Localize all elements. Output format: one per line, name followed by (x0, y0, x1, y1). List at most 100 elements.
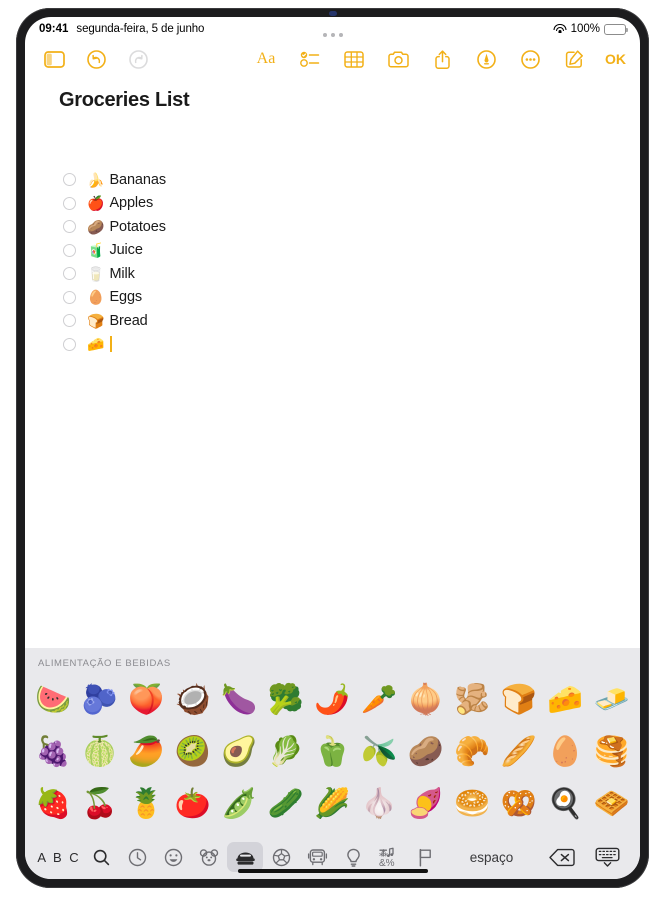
bear-animals-icon[interactable] (191, 842, 227, 872)
share-icon[interactable] (427, 45, 457, 73)
emoji-key[interactable]: 🫛 (217, 789, 261, 819)
emoji-row: 🍓 🍒 🍍 🍅 🫛 🥒 🌽 🧄 🍠 🥯 🥨 🍳 🧇 (31, 778, 634, 830)
undo-icon[interactable] (81, 45, 111, 73)
emoji-key[interactable]: 🥔 (404, 737, 448, 767)
checklist-item[interactable]: 🥔 Potatoes (63, 215, 606, 239)
emoji-key[interactable]: 🍅 (171, 789, 215, 819)
checklist-checkbox[interactable] (63, 267, 76, 281)
checklist-checkbox[interactable] (63, 314, 76, 328)
checklist-item-emoji: 🍌 (87, 171, 105, 188)
markup-pen-icon[interactable] (471, 45, 501, 73)
delete-backspace-icon[interactable] (540, 842, 584, 872)
checklist-item-label: Juice (109, 242, 143, 259)
emoji-key[interactable]: 🧈 (590, 685, 634, 715)
emoji-key[interactable]: 🥯 (450, 789, 494, 819)
emoji-key[interactable]: 🍍 (124, 789, 168, 819)
emoji-key[interactable]: 🥑 (217, 737, 261, 767)
checklist-item[interactable]: 🍎 Apples (63, 192, 606, 216)
checklist-item[interactable]: 🧃 Juice (63, 239, 606, 263)
emoji-key[interactable]: 🍇 (31, 737, 75, 767)
abc-keyboard-button[interactable]: A B C (35, 842, 83, 872)
emoji-key[interactable]: 🥞 (590, 737, 634, 767)
done-button[interactable]: OK (603, 51, 626, 67)
emoji-key[interactable]: 🥥 (171, 685, 215, 715)
emoji-key[interactable]: 🫐 (78, 685, 122, 715)
emoji-key[interactable]: 🥝 (171, 737, 215, 767)
redo-icon[interactable] (123, 45, 153, 73)
text-format-button[interactable]: Aa (251, 45, 281, 73)
checklist-item-label: Eggs (109, 289, 143, 306)
emoji-key[interactable]: 🥨 (497, 789, 541, 819)
emoji-key[interactable]: 🧀 (543, 685, 587, 715)
checklist-checkbox[interactable] (63, 173, 76, 187)
checklist-checkbox[interactable] (63, 220, 76, 234)
emoji-key[interactable]: 🍑 (124, 685, 168, 715)
emoji-key[interactable]: 🧄 (357, 789, 401, 819)
emoji-key[interactable]: 🥭 (124, 737, 168, 767)
emoji-key[interactable]: 🥕 (357, 685, 401, 715)
emoji-row: 🍇 🍈 🥭 🥝 🥑 🥬 🫑 🫒 🥔 🥐 🥖 🥚 🥞 (31, 726, 634, 778)
emoji-key[interactable]: 🫚 (450, 685, 494, 715)
checklist-item[interactable]: 🥛 Milk (63, 262, 606, 286)
clock-recents-icon[interactable] (119, 842, 155, 872)
emoji-key[interactable]: 🍞 (497, 685, 541, 715)
emoji-key[interactable]: 🥐 (450, 737, 494, 767)
multitask-dot (322, 33, 327, 37)
checklist-item[interactable]: 🥚 Eggs (63, 286, 606, 310)
emoji-key[interactable]: 🥖 (497, 737, 541, 767)
multitasking-controls[interactable] (322, 33, 343, 37)
emoji-key[interactable]: 🍓 (31, 789, 75, 819)
emoji-key[interactable]: 🍠 (404, 789, 448, 819)
soccer-ball-activity-icon[interactable] (263, 842, 299, 872)
compose-icon[interactable] (559, 45, 589, 73)
sidebar-toggle-icon[interactable] (39, 45, 69, 73)
checklist-item-label: Bananas (109, 171, 166, 188)
more-ellipsis-icon[interactable] (515, 45, 545, 73)
toolbar-left-group (39, 45, 153, 73)
emoji-key[interactable]: 🥬 (264, 737, 308, 767)
status-bar-left: 09:41 segunda-feira, 5 de junho (39, 23, 204, 35)
emoji-key[interactable]: 🧅 (404, 685, 448, 715)
emoji-keyboard: ALIMENTAÇÃO E BEBIDAS 🍉 🫐 🍑 🥥 🍆 🥦 🌶️ 🥕 🧅 🫚 🍞 🧀 🧈 🍇 🍈 🥭 🥝… (25, 648, 640, 879)
emoji-key[interactable]: 🍒 (78, 789, 122, 819)
flag-icon[interactable] (407, 842, 443, 872)
emoji-key[interactable]: 🥒 (264, 789, 308, 819)
checklist-checkbox[interactable] (63, 290, 76, 304)
emoji-key[interactable]: 🌽 (310, 789, 354, 819)
home-indicator[interactable] (237, 869, 428, 873)
checklist-item-emoji: 🥔 (87, 218, 105, 235)
note-editor[interactable]: Groceries List 🍌 Bananas 🍎 Apples 🥔 Potatoes 🧃… (25, 77, 640, 648)
checklist-item[interactable]: 🍞 Bread (63, 309, 606, 333)
food-drink-icon[interactable] (227, 842, 263, 872)
checklist-item[interactable]: 🧀 (63, 333, 606, 357)
emoji-key[interactable]: 🧇 (590, 789, 634, 819)
search-icon[interactable] (83, 842, 119, 872)
checklist-checkbox[interactable] (63, 337, 76, 351)
smiley-face-icon[interactable] (155, 842, 191, 872)
emoji-key[interactable]: 🍆 (217, 685, 261, 715)
emoji-key[interactable]: 🍈 (78, 737, 122, 767)
dismiss-keyboard-icon[interactable] (584, 842, 630, 872)
emoji-key[interactable]: 🥦 (264, 685, 308, 715)
emoji-key[interactable]: 🥚 (543, 737, 587, 767)
emoji-row: 🍉 🫐 🍑 🥥 🍆 🥦 🌶️ 🥕 🧅 🫚 🍞 🧀 🧈 (31, 674, 634, 726)
ipad-device-frame: 09:41 segunda-feira, 5 de junho 100% Aa … (16, 8, 649, 888)
emoji-key[interactable]: 🍉 (31, 685, 75, 715)
table-icon[interactable] (339, 45, 369, 73)
emoji-key[interactable]: 🫑 (310, 737, 354, 767)
checklist-item-emoji: 🍞 (87, 312, 105, 329)
emoji-key[interactable]: 🫒 (357, 737, 401, 767)
checklist-icon[interactable] (295, 45, 325, 73)
lightbulb-objects-icon[interactable] (335, 842, 371, 872)
checklist-checkbox[interactable] (63, 196, 76, 210)
multitask-dot (330, 33, 335, 37)
emoji-key[interactable]: 🍳 (543, 789, 587, 819)
space-key[interactable]: espaço (443, 842, 540, 872)
car-travel-icon[interactable] (299, 842, 335, 872)
symbols-icon[interactable]: ⁂ &% (371, 842, 407, 872)
camera-icon[interactable] (383, 45, 413, 73)
checklist-item[interactable]: 🍌 Bananas (63, 168, 606, 192)
emoji-key[interactable]: 🌶️ (310, 685, 354, 715)
checklist-checkbox[interactable] (63, 243, 76, 257)
status-bar-right: 100% (553, 23, 628, 35)
